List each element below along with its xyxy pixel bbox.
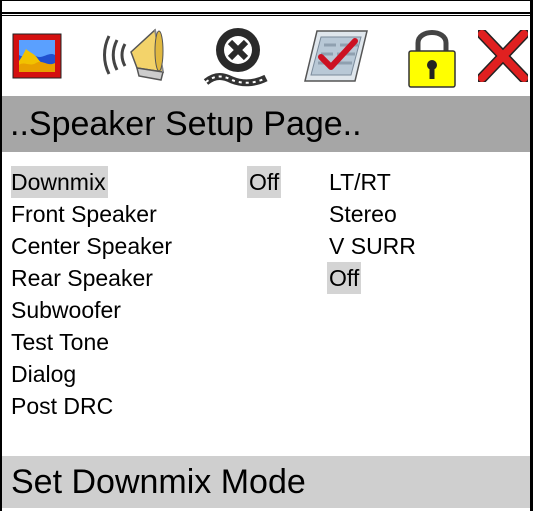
menu-item-rear-speaker[interactable]: Rear Speaker xyxy=(11,262,155,294)
page-title: ..Speaker Setup Page.. xyxy=(2,96,530,152)
option-off[interactable]: Off xyxy=(327,262,362,294)
top-rule xyxy=(0,12,533,14)
checklist-icon[interactable] xyxy=(300,18,372,94)
picture-settings-icon[interactable] xyxy=(8,18,66,94)
option-v-surr[interactable]: V SURR xyxy=(327,230,418,262)
menu-item-front-speaker[interactable]: Front Speaker xyxy=(11,198,159,230)
current-value-downmix[interactable]: Off xyxy=(247,166,282,198)
speaker-audio-icon[interactable] xyxy=(100,18,178,94)
menu-item-center-speaker[interactable]: Center Speaker xyxy=(11,230,174,262)
top-rule-2 xyxy=(0,15,533,16)
status-bar: Set Downmix Mode xyxy=(2,456,530,508)
option-stereo[interactable]: Stereo xyxy=(327,198,399,230)
option-lt-rt[interactable]: LT/RT xyxy=(327,166,393,198)
menu-item-downmix[interactable]: Downmix xyxy=(11,166,108,198)
window-frame-top xyxy=(0,0,533,1)
menu-item-test-tone[interactable]: Test Tone xyxy=(11,326,111,358)
menu-item-post-drc[interactable]: Post DRC xyxy=(11,390,115,422)
menu-item-dialog[interactable]: Dialog xyxy=(11,358,78,390)
close-icon[interactable] xyxy=(474,18,532,94)
menu-item-subwoofer[interactable]: Subwoofer xyxy=(11,294,123,326)
lock-icon[interactable] xyxy=(402,18,462,94)
film-reel-icon[interactable] xyxy=(200,18,272,94)
toolbar xyxy=(0,18,533,94)
